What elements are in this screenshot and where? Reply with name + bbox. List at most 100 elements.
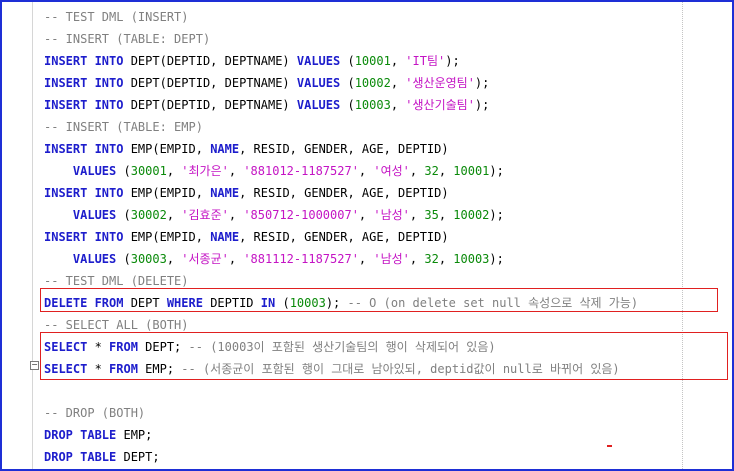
code-line[interactable]: INSERT INTO DEPT(DEPTID, DEPTNAME) VALUE… [44,72,732,94]
code-token: ); [325,296,348,310]
code-line[interactable]: DELETE FROM DEPT WHERE DEPTID IN (10003)… [44,292,732,314]
code-token: '850712-1000007' [243,208,359,222]
code-token: '남성' [373,252,410,266]
sql-editor-window: -- TEST DML (INSERT) -- INSERT (TABLE: DE… [0,0,734,471]
code-token: , [409,164,425,178]
code-token: VALUES [72,164,124,178]
code-token: ( [123,208,131,222]
code-token: NAME [210,142,240,156]
code-line[interactable]: -- TEST DML (INSERT) [44,6,732,28]
code-token: , RESID, GENDER, AGE, DEPTID) [239,230,449,244]
code-token: VALUES [72,252,124,266]
code-token: EMP(EMPID, [130,186,211,200]
code-line[interactable]: INSERT INTO EMP(EMPID, NAME, RESID, GEND… [44,182,732,204]
code-editor[interactable]: -- TEST DML (INSERT) -- INSERT (TABLE: DE… [44,6,732,468]
code-line[interactable]: -- INSERT (TABLE: EMP) [44,116,732,138]
code-token: ( [347,76,355,90]
code-token: * [94,362,110,376]
code-token: DROP TABLE [44,450,124,464]
code-token: VALUES [296,54,348,68]
code-token: INSERT INTO [44,98,131,112]
collapse-minus-icon[interactable] [30,361,39,370]
code-token: * [94,340,110,354]
code-token: ); [489,164,504,178]
code-token: '881112-1187527' [243,252,359,266]
code-line[interactable]: SELECT * FROM EMP; -- (서종균이 포함된 행이 그대로 남… [44,358,732,380]
code-token: 32 [424,252,439,266]
code-token: SELECT [44,340,95,354]
code-token: , [390,76,406,90]
code-token: DEPT; [145,340,189,354]
code-token: -- DROP (BOTH) [44,406,146,420]
code-token: , [390,54,406,68]
code-token: 30003 [130,252,167,266]
code-line[interactable]: -- INSERT (TABLE: DEPT) [44,28,732,50]
code-token: '남성' [373,208,410,222]
code-token: , [358,208,374,222]
code-token: , RESID, GENDER, AGE, DEPTID) [239,186,449,200]
code-token: IN [260,296,283,310]
code-token: , [409,208,425,222]
code-token: '생산운영팀' [405,76,475,90]
code-token: VALUES [296,76,348,90]
code-token: '최가은' [181,164,229,178]
code-token: '여성' [373,164,410,178]
code-line[interactable]: DROP TABLE EMP; [44,424,732,446]
code-line[interactable]: VALUES (30002, '김효준', '850712-1000007', … [44,204,732,226]
code-token: -- (서종균이 포함된 행이 그대로 남아있되, deptid값이 null로… [181,362,620,376]
code-token: -- SELECT ALL (BOTH) [44,318,189,332]
code-token: 10002 [354,76,391,90]
code-token: ); [474,98,490,112]
code-line[interactable]: -- DROP (BOTH) [44,402,732,424]
code-token: DELETE FROM [44,296,131,310]
code-token: , [438,208,454,222]
code-token: INSERT INTO [44,142,131,156]
code-token: , [166,208,182,222]
code-token: EMP(EMPID, [130,142,211,156]
code-token: ( [123,164,131,178]
code-token: 10001 [354,54,391,68]
code-token: FROM [109,362,146,376]
code-token: , [438,252,454,266]
code-token: DEPT [130,296,167,310]
code-line[interactable]: VALUES (30001, '최가은', '881012-1187527', … [44,160,732,182]
code-token: -- (10003이 포함된 생산기술팀의 행이 삭제되어 있음) [188,340,496,354]
code-line[interactable]: -- TEST DML (DELETE) [44,270,732,292]
code-token: -- TEST DML (INSERT) [44,10,189,24]
code-token: , [438,164,454,178]
code-token: , [358,164,374,178]
code-token: ( [123,252,131,266]
code-token: DEPT(DEPTID, DEPTNAME) [130,54,297,68]
code-token: DROP TABLE [44,428,124,442]
code-line[interactable] [44,380,732,402]
code-token: 32 [424,164,439,178]
code-token: , [358,252,374,266]
code-token: DEPT; [123,450,160,464]
code-line[interactable]: SELECT * FROM DEPT; -- (10003이 포함된 생산기술팀… [44,336,732,358]
code-token: ); [445,54,460,68]
code-line[interactable]: INSERT INTO DEPT(DEPTID, DEPTNAME) VALUE… [44,50,732,72]
code-token: VALUES [72,208,124,222]
code-token: , [390,98,406,112]
code-line[interactable]: INSERT INTO EMP(EMPID, NAME, RESID, GEND… [44,226,732,248]
code-token: NAME [210,186,240,200]
code-token: 10003 [354,98,391,112]
code-token: INSERT INTO [44,230,131,244]
code-token: -- INSERT (TABLE: EMP) [44,120,203,134]
code-token: INSERT INTO [44,54,131,68]
code-line[interactable]: INSERT INTO DEPT(DEPTID, DEPTNAME) VALUE… [44,94,732,116]
code-line[interactable]: VALUES (30003, '서종균', '881112-1187527', … [44,248,732,270]
code-token: , [166,252,182,266]
code-token: -- O (on delete set null 속성으로 삭제 가능) [347,296,639,310]
code-token: 30002 [130,208,167,222]
code-token: ( [347,98,355,112]
code-token: VALUES [296,98,348,112]
code-line[interactable]: INSERT INTO EMP(EMPID, NAME, RESID, GEND… [44,138,732,160]
code-line[interactable]: DROP TABLE DEPT; [44,446,732,468]
code-token: NAME [210,230,240,244]
code-line[interactable]: -- SELECT ALL (BOTH) [44,314,732,336]
code-token: '생산기술팀' [405,98,475,112]
